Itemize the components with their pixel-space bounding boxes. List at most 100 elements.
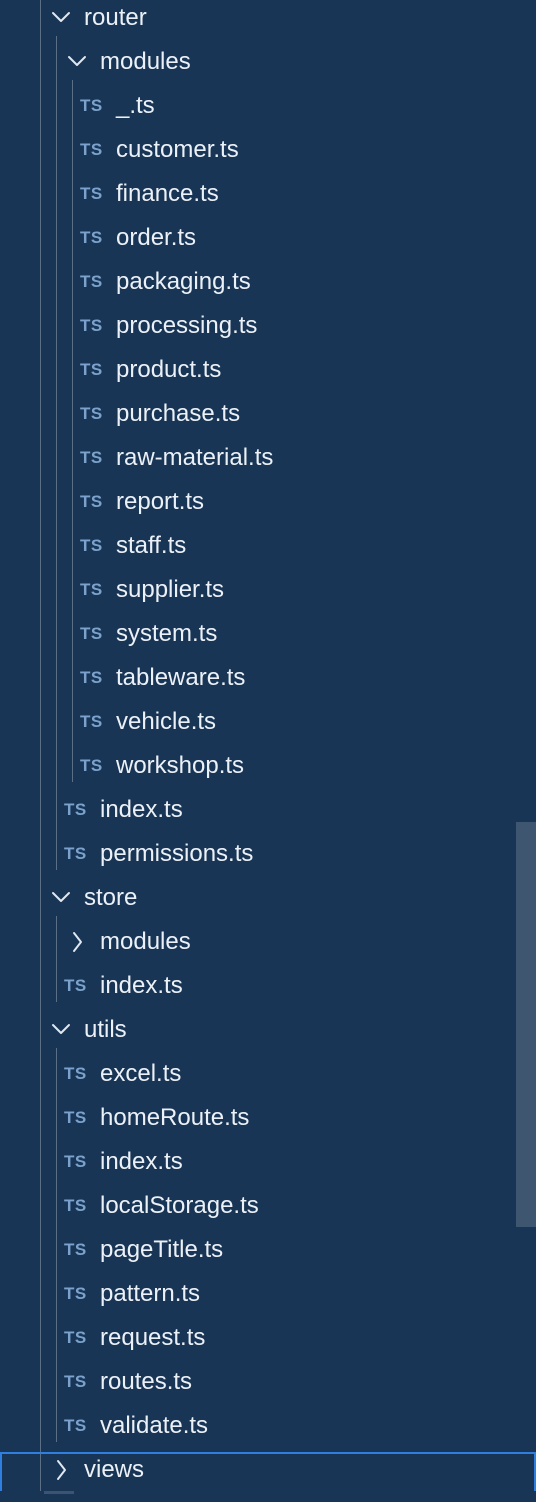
chevron-down-icon[interactable] [66,44,88,80]
file-label: raw-material.ts [116,444,274,471]
typescript-file-icon: TS [64,1064,87,1083]
chevron-down-icon[interactable] [50,1012,72,1048]
typescript-file-icon: TS [64,1152,87,1171]
file-label: supplier.ts [116,576,225,603]
file-item-staff-ts[interactable]: TS staff.ts [0,528,536,572]
file-item-vehicle-ts[interactable]: TS vehicle.ts [0,704,536,748]
typescript-file-icon: TS [64,1372,87,1391]
typescript-file-icon: TS [80,668,103,687]
file-item-validate-ts[interactable]: TS validate.ts [0,1408,536,1452]
file-label: order.ts [116,224,197,251]
typescript-file-icon: TS [64,976,87,995]
file-item-routes-ts[interactable]: TS routes.ts [0,1364,536,1408]
file-label: finance.ts [116,180,219,207]
bottom-edge-mark [44,1491,74,1494]
file-label: packaging.ts [116,268,251,295]
file-label: vehicle.ts [116,708,217,735]
file-item-localstorage-ts[interactable]: TS localStorage.ts [0,1188,536,1232]
file-label: _.ts [116,92,155,119]
file-item-permissions-ts[interactable]: TS permissions.ts [0,836,536,880]
file-label: routes.ts [100,1368,193,1395]
file-item-system-ts[interactable]: TS system.ts [0,616,536,660]
typescript-file-icon: TS [64,1328,87,1347]
file-label: index.ts [100,796,183,823]
folder-item-modules[interactable]: modules [0,44,536,88]
typescript-file-icon: TS [80,272,103,291]
folder-label: router [84,4,147,31]
typescript-file-icon: TS [80,448,103,467]
folder-item-utils[interactable]: utils [0,1012,536,1056]
file-item-customer-ts[interactable]: TS customer.ts [0,132,536,176]
typescript-file-icon: TS [80,228,103,247]
typescript-file-icon: TS [64,1108,87,1127]
folder-label: utils [84,1016,127,1043]
file-label: localStorage.ts [100,1192,259,1219]
explorer-scrollbar[interactable] [516,822,536,1227]
file-item-order-ts[interactable]: TS order.ts [0,220,536,264]
file-item-workshop-ts[interactable]: TS workshop.ts [0,748,536,792]
file-item-supplier-ts[interactable]: TS supplier.ts [0,572,536,616]
typescript-file-icon: TS [64,1196,87,1215]
folder-item-router[interactable]: router [0,0,536,44]
file-item-finance-ts[interactable]: TS finance.ts [0,176,536,220]
file-item-index-ts[interactable]: TS index.ts [0,968,536,1012]
file-item-packaging-ts[interactable]: TS packaging.ts [0,264,536,308]
file-item-product-ts[interactable]: TS product.ts [0,352,536,396]
file-item-homeroute-ts[interactable]: TS homeRoute.ts [0,1100,536,1144]
typescript-file-icon: TS [64,800,87,819]
chevron-down-icon[interactable] [50,880,72,916]
typescript-file-icon: TS [80,492,103,511]
typescript-file-icon: TS [80,756,103,775]
typescript-file-icon: TS [64,1240,87,1259]
file-label: customer.ts [116,136,239,163]
typescript-file-icon: TS [80,536,103,555]
bottom-edge [0,1491,536,1502]
folder-item-store[interactable]: store [0,880,536,924]
file-item-tableware-ts[interactable]: TS tableware.ts [0,660,536,704]
chevron-right-icon[interactable] [66,924,88,960]
file-label: permissions.ts [100,840,254,867]
file-item-pagetitle-ts[interactable]: TS pageTitle.ts [0,1232,536,1276]
file-item-purchase-ts[interactable]: TS purchase.ts [0,396,536,440]
typescript-file-icon: TS [80,360,103,379]
file-label: request.ts [100,1324,206,1351]
typescript-file-icon: TS [80,712,103,731]
file-label: index.ts [100,972,183,999]
file-item-pattern-ts[interactable]: TS pattern.ts [0,1276,536,1320]
file-item-index-ts[interactable]: TS index.ts [0,792,536,836]
file-item-raw-material-ts[interactable]: TS raw-material.ts [0,440,536,484]
folder-label: store [84,884,138,911]
file-item-index-ts[interactable]: TS index.ts [0,1144,536,1188]
chevron-right-icon[interactable] [50,1452,72,1488]
file-label: pattern.ts [100,1280,201,1307]
typescript-file-icon: TS [80,580,103,599]
folder-item-modules[interactable]: modules [0,924,536,968]
file-label: pageTitle.ts [100,1236,224,1263]
file-item-ts[interactable]: TS _.ts [0,88,536,132]
folder-item-views[interactable]: views [0,1452,536,1496]
file-item-request-ts[interactable]: TS request.ts [0,1320,536,1364]
file-item-report-ts[interactable]: TS report.ts [0,484,536,528]
typescript-file-icon: TS [64,1284,87,1303]
typescript-file-icon: TS [80,184,103,203]
file-label: tableware.ts [116,664,246,691]
file-item-excel-ts[interactable]: TS excel.ts [0,1056,536,1100]
file-label: processing.ts [116,312,258,339]
typescript-file-icon: TS [80,316,103,335]
typescript-file-icon: TS [80,96,103,115]
file-label: workshop.ts [116,752,245,779]
chevron-down-icon[interactable] [50,0,72,36]
typescript-file-icon: TS [80,140,103,159]
file-label: index.ts [100,1148,183,1175]
file-label: purchase.ts [116,400,241,427]
file-label: validate.ts [100,1412,209,1439]
file-label: staff.ts [116,532,187,559]
typescript-file-icon: TS [64,844,87,863]
folder-label: modules [100,928,191,955]
folder-label: modules [100,48,191,75]
typescript-file-icon: TS [80,404,103,423]
file-item-processing-ts[interactable]: TS processing.ts [0,308,536,352]
file-label: product.ts [116,356,222,383]
file-label: excel.ts [100,1060,182,1087]
typescript-file-icon: TS [80,624,103,643]
